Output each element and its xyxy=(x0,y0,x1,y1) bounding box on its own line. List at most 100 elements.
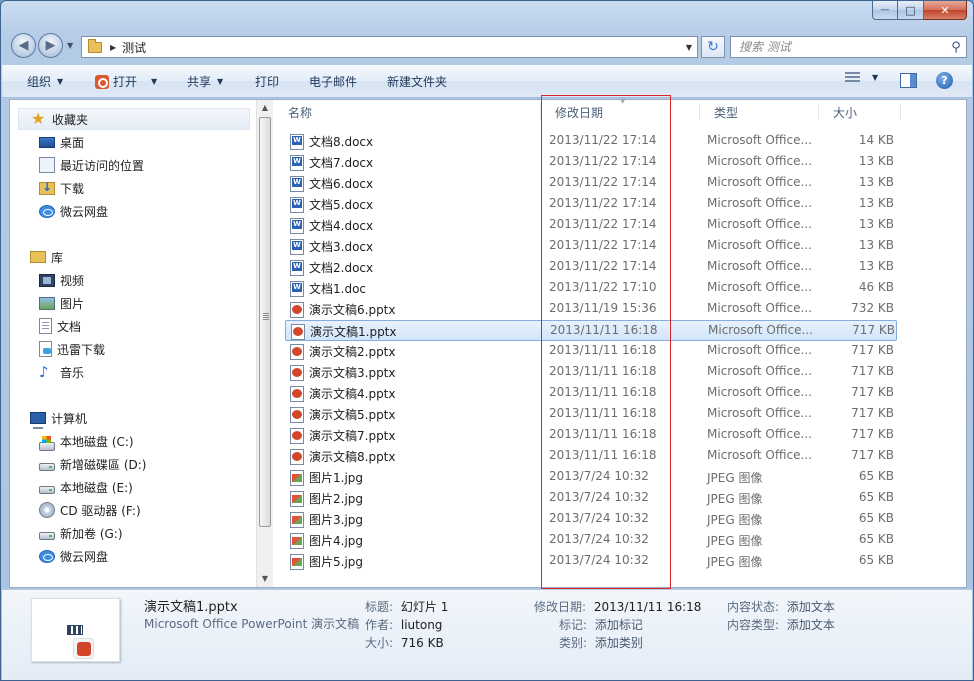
help-button[interactable]: ? xyxy=(936,72,953,89)
file-date: 2013/11/22 17:10 xyxy=(549,280,657,294)
chevron-down-icon: ▼ xyxy=(872,73,879,82)
scrollbar-thumb[interactable] xyxy=(259,117,271,527)
scroll-up-button[interactable]: ▲ xyxy=(257,100,273,116)
details-content-type-value[interactable]: 添加文本 xyxy=(787,618,835,632)
maximize-button[interactable]: □ xyxy=(898,1,924,20)
sidebar-item-xunlei-downloads[interactable]: 迅雷下载 xyxy=(39,339,105,359)
sidebar-item-documents[interactable]: 文档 xyxy=(39,316,81,336)
file-date: 2013/7/24 10:32 xyxy=(549,469,649,483)
file-row[interactable]: 演示文稿5.pptx 2013/11/11 16:18 Microsoft Offi… xyxy=(285,404,897,425)
details-tags-value[interactable]: 添加标记 xyxy=(595,618,643,632)
file-row[interactable]: 演示文稿1.pptx 2013/11/11 16:18 Microsoft Offi… xyxy=(285,320,897,341)
chevron-down-icon: ▼ xyxy=(57,77,64,86)
file-row[interactable]: 图片4.jpg 2013/7/24 10:32 JPEG 图像 65 KB xyxy=(285,530,897,551)
details-content-status-value[interactable]: 添加文本 xyxy=(787,600,835,614)
file-size: 717 KB xyxy=(851,406,894,420)
close-button[interactable]: ✕ xyxy=(924,1,967,20)
sidebar-item-drive-f[interactable]: CD 驱动器 (F:) xyxy=(39,500,141,520)
file-row[interactable]: 文档5.docx 2013/11/22 17:14 Microsoft Office… xyxy=(285,194,897,215)
recent-pages-dropdown[interactable]: ▼ xyxy=(67,41,73,50)
details-author-value[interactable]: liutong xyxy=(401,618,443,632)
sidebar-item-pictures[interactable]: 图片 xyxy=(39,293,84,313)
address-bar[interactable]: ▶ 测试 ▼ xyxy=(81,36,698,58)
sidebar-item-label: 最近访问的位置 xyxy=(60,158,145,173)
file-row[interactable]: 演示文稿4.pptx 2013/11/11 16:18 Microsoft Offi… xyxy=(285,383,897,404)
file-row[interactable]: 演示文稿2.pptx 2013/11/11 16:18 Microsoft Offi… xyxy=(285,341,897,362)
file-row[interactable]: 演示文稿6.pptx 2013/11/19 15:36 Microsoft Offi… xyxy=(285,299,897,320)
details-pane: 演示文稿1.pptx Microsoft Office PowerPoint 演… xyxy=(2,589,972,680)
scroll-down-button[interactable]: ▼ xyxy=(257,571,273,587)
change-view-button[interactable]: ▼ xyxy=(845,72,878,83)
email-button[interactable]: 电子邮件 xyxy=(309,73,357,90)
column-header-name[interactable]: 名称 xyxy=(274,100,541,124)
file-row[interactable]: 文档7.docx 2013/11/22 17:14 Microsoft Office… xyxy=(285,152,897,173)
search-input[interactable] xyxy=(739,40,946,54)
file-size: 13 KB xyxy=(858,196,894,210)
search-icon[interactable]: ⚲ xyxy=(946,40,966,55)
search-box: ⚲ xyxy=(730,36,967,58)
sidebar-favorites-header[interactable]: ★ 收藏夹 xyxy=(18,108,250,130)
sidebar-computer-header[interactable]: 计算机 xyxy=(18,407,250,429)
column-header-type[interactable]: 类型 xyxy=(700,100,819,124)
file-row[interactable]: 图片5.jpg 2013/7/24 10:32 JPEG 图像 65 KB xyxy=(285,551,897,572)
file-row[interactable]: 演示文稿8.pptx 2013/11/11 16:18 Microsoft Offi… xyxy=(285,446,897,467)
file-row[interactable]: 文档8.docx 2013/11/22 17:14 Microsoft Office… xyxy=(285,131,897,152)
file-row[interactable]: 文档2.docx 2013/11/22 17:14 Microsoft Office… xyxy=(285,257,897,278)
path-separator-icon[interactable]: ▶ xyxy=(110,43,116,52)
sidebar-item-desktop[interactable]: 桌面 xyxy=(39,132,84,152)
file-name-cell: 演示文稿4.pptx xyxy=(290,385,396,402)
maximize-icon: □ xyxy=(905,3,916,17)
details-title-value[interactable]: 幻灯片 1 xyxy=(401,600,448,614)
file-row[interactable]: 图片3.jpg 2013/7/24 10:32 JPEG 图像 65 KB xyxy=(285,509,897,530)
sidebar-item-videos[interactable]: 视频 xyxy=(39,270,84,290)
sidebar-item-weiyun[interactable]: 微云网盘 xyxy=(39,201,108,221)
file-row[interactable]: 文档4.docx 2013/11/22 17:14 Microsoft Office… xyxy=(285,215,897,236)
sidebar-item-drive-d[interactable]: 新增磁碟區 (D:) xyxy=(39,454,146,474)
close-icon: ✕ xyxy=(940,3,950,17)
breadcrumb-current-folder[interactable]: 测试 xyxy=(122,39,681,56)
organize-button[interactable]: 组织 ▼ xyxy=(27,73,63,90)
details-category-value[interactable]: 添加类别 xyxy=(595,636,643,650)
file-name: 演示文稿1.pptx xyxy=(310,325,397,339)
address-dropdown-icon[interactable]: ▼ xyxy=(681,43,697,52)
sidebar-item-recent-places[interactable]: 最近访问的位置 xyxy=(39,155,144,175)
sidebar-libraries-header[interactable]: 库 xyxy=(18,246,250,268)
pictures-library-icon xyxy=(39,296,55,310)
column-header-label: 大小 xyxy=(833,105,858,120)
sidebar-item-music[interactable]: ♪ 音乐 xyxy=(39,362,84,382)
file-row[interactable]: 文档3.docx 2013/11/22 17:14 Microsoft Office… xyxy=(285,236,897,257)
file-date: 2013/11/11 16:18 xyxy=(549,448,657,462)
sidebar-item-drive-e[interactable]: 本地磁盘 (E:) xyxy=(39,477,133,497)
file-row[interactable]: 文档6.docx 2013/11/22 17:14 Microsoft Office… xyxy=(285,173,897,194)
refresh-button[interactable]: ↻ xyxy=(701,36,725,58)
libraries-label: 库 xyxy=(51,250,64,265)
file-row[interactable]: 图片1.jpg 2013/7/24 10:32 JPEG 图像 65 KB xyxy=(285,467,897,488)
column-header-date[interactable]: 修改日期 ▼ xyxy=(541,97,700,124)
navigation-pane-scrollbar[interactable]: ▲ ▼ xyxy=(256,100,273,587)
minimize-button[interactable]: — xyxy=(872,1,898,20)
column-header-size[interactable]: 大小 xyxy=(819,100,901,124)
file-row[interactable]: 演示文稿7.pptx 2013/11/11 16:18 Microsoft Offi… xyxy=(285,425,897,446)
file-row[interactable]: 演示文稿3.pptx 2013/11/11 16:18 Microsoft Offi… xyxy=(285,362,897,383)
forward-button[interactable]: ▶ xyxy=(38,33,63,58)
file-type: JPEG 图像 xyxy=(707,492,763,506)
share-button[interactable]: 共享 ▼ xyxy=(187,73,223,90)
sidebar-item-drive-g[interactable]: 新加卷 (G:) xyxy=(39,523,123,543)
word-document-icon xyxy=(290,196,304,213)
file-name: 文档4.docx xyxy=(309,219,374,233)
sidebar-item-downloads[interactable]: 下载 xyxy=(39,178,84,198)
new-folder-button[interactable]: 新建文件夹 xyxy=(387,73,447,90)
powerpoint-document-icon xyxy=(291,323,305,340)
details-label: 修改日期: xyxy=(534,600,587,614)
back-button[interactable]: ◀ xyxy=(11,33,36,58)
column-header-label: 类型 xyxy=(714,105,739,120)
file-row[interactable]: 图片2.jpg 2013/7/24 10:32 JPEG 图像 65 KB xyxy=(285,488,897,509)
file-date: 2013/11/11 16:18 xyxy=(550,323,658,337)
recent-places-icon xyxy=(39,157,55,173)
open-button[interactable]: 打开 ▼ xyxy=(95,73,157,90)
sidebar-item-weiyun-computer[interactable]: 微云网盘 xyxy=(39,546,108,566)
sidebar-item-drive-c[interactable]: 本地磁盘 (C:) xyxy=(39,431,134,451)
file-row[interactable]: 文档1.doc 2013/11/22 17:10 Microsoft Office.… xyxy=(285,278,897,299)
print-button[interactable]: 打印 xyxy=(255,73,279,90)
preview-pane-button[interactable] xyxy=(900,73,917,88)
